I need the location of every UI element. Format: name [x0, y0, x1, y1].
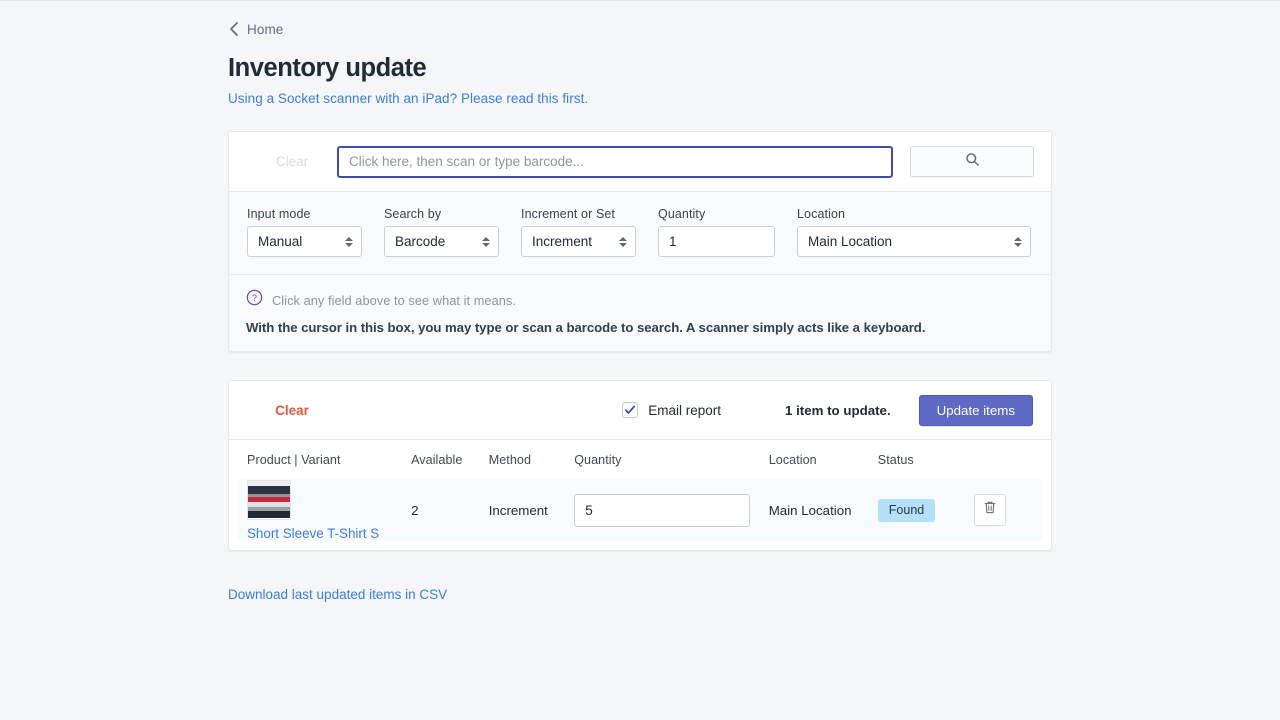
field-location: Location Main Location — [797, 207, 1031, 257]
page-root: Home Inventory update Using a Socket sca… — [0, 1, 1280, 604]
increment-or-set-label: Increment or Set — [521, 207, 636, 221]
chevron-updown-icon — [482, 237, 490, 247]
email-report-label: Email report — [648, 403, 721, 418]
breadcrumb-label: Home — [247, 22, 283, 37]
location-value: Main Location — [808, 234, 892, 249]
input-mode-value: Manual — [258, 234, 302, 249]
table-header-row: Product | Variant Available Method Quant… — [238, 440, 1042, 479]
breadcrumb[interactable]: Home — [228, 17, 1052, 41]
actions-cell — [974, 494, 1033, 526]
column-header-location: Location — [769, 453, 878, 467]
barcode-scan-input[interactable] — [337, 146, 893, 178]
help-detail-text: With the cursor in this box, you may typ… — [246, 320, 1033, 335]
field-increment-or-set: Increment or Set Increment — [521, 207, 636, 257]
field-input-mode: Input mode Manual — [247, 207, 362, 257]
field-search-by: Search by Barcode — [384, 207, 499, 257]
chevron-updown-icon — [619, 237, 627, 247]
delete-row-button[interactable] — [974, 494, 1006, 526]
quantity-value: 1 — [669, 234, 677, 249]
help-hint-text: Click any field above to see what it mea… — [272, 293, 516, 308]
check-icon — [624, 404, 636, 416]
product-cell: Short Sleeve T-Shirt S — [247, 480, 411, 541]
svg-text:?: ? — [252, 293, 257, 303]
results-table: Product | Variant Available Method Quant… — [229, 439, 1051, 550]
download-csv-link[interactable]: Download last updated items in CSV — [228, 587, 447, 602]
column-header-method: Method — [489, 453, 574, 467]
help-hint-line: ? Click any field above to see what it m… — [246, 289, 1033, 311]
results-header: Clear Email report 1 item to update. Upd… — [229, 381, 1051, 439]
input-mode-label: Input mode — [247, 207, 362, 221]
chevron-updown-icon — [345, 237, 353, 247]
location-select[interactable]: Main Location — [797, 226, 1031, 257]
column-header-product: Product | Variant — [247, 453, 411, 467]
scan-search-button[interactable] — [910, 146, 1034, 177]
update-items-button[interactable]: Update items — [919, 395, 1033, 426]
results-card: Clear Email report 1 item to update. Upd… — [228, 380, 1052, 551]
options-fields-row: Input mode Manual Search by Barcode Incr… — [229, 191, 1051, 274]
clear-scan-button[interactable]: Clear — [247, 154, 337, 169]
checkbox-box — [622, 402, 638, 418]
tshirt-stack-thumbnail — [247, 480, 291, 520]
column-header-available: Available — [411, 453, 489, 467]
scan-row: Clear — [229, 132, 1051, 191]
location-cell: Main Location — [769, 503, 878, 518]
socket-scanner-help-link[interactable]: Using a Socket scanner with an iPad? Ple… — [228, 91, 588, 106]
search-by-select[interactable]: Barcode — [384, 226, 499, 257]
available-cell: 2 — [411, 503, 489, 518]
increment-or-set-value: Increment — [532, 234, 592, 249]
clear-results-button[interactable]: Clear — [247, 403, 337, 418]
scan-card: Clear Input mode Manual Searc — [228, 131, 1052, 352]
question-circle-icon: ? — [246, 289, 263, 311]
chevron-left-icon — [228, 21, 239, 37]
email-report-checkbox[interactable]: Email report — [622, 402, 721, 418]
items-count-text: 1 item to update. — [785, 403, 891, 418]
increment-or-set-select[interactable]: Increment — [521, 226, 636, 257]
page-title: Inventory update — [228, 54, 1052, 83]
column-header-quantity: Quantity — [574, 453, 769, 467]
quantity-cell — [574, 494, 769, 527]
chevron-updown-icon — [1014, 237, 1022, 247]
help-row: ? Click any field above to see what it m… — [229, 274, 1051, 351]
quantity-input[interactable]: 1 — [658, 226, 775, 257]
product-link[interactable]: Short Sleeve T-Shirt S — [247, 526, 411, 541]
table-row: Short Sleeve T-Shirt S 2 Increment Main … — [238, 479, 1042, 541]
method-cell: Increment — [489, 503, 574, 518]
row-quantity-input[interactable] — [574, 494, 750, 527]
status-badge: Found — [878, 499, 935, 522]
column-header-status: Status — [878, 453, 974, 467]
status-cell: Found — [878, 499, 974, 522]
trash-icon — [983, 500, 997, 520]
quantity-label: Quantity — [658, 207, 775, 221]
location-label: Location — [797, 207, 1031, 221]
content-wrapper: Home Inventory update Using a Socket sca… — [228, 17, 1052, 604]
field-quantity: Quantity 1 — [658, 207, 775, 257]
search-icon — [965, 152, 980, 172]
input-mode-select[interactable]: Manual — [247, 226, 362, 257]
search-by-value: Barcode — [395, 234, 445, 249]
search-by-label: Search by — [384, 207, 499, 221]
